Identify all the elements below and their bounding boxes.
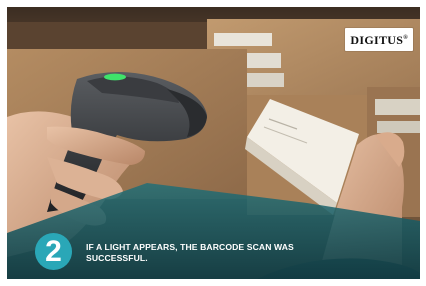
caption-line-1: IF A LIGHT APPEARS, THE BARCODE SCAN WAS: [86, 242, 294, 252]
digitus-logo: DIGITUS®: [345, 28, 413, 51]
caption-line-2: SUCCESSFUL.: [86, 253, 148, 263]
scanner-light: [104, 73, 126, 81]
step-number: 2: [45, 234, 62, 268]
photo-scene: DIGITUS® 2 IF A LIGHT APPEARS, THE BARCO…: [7, 7, 420, 279]
step-caption: IF A LIGHT APPEARS, THE BARCODE SCAN WAS…: [86, 242, 386, 264]
slide-frame: DIGITUS® 2 IF A LIGHT APPEARS, THE BARCO…: [0, 0, 426, 286]
logo-text: DIGITUS®: [350, 33, 408, 47]
step-number-badge: 2: [35, 233, 72, 270]
